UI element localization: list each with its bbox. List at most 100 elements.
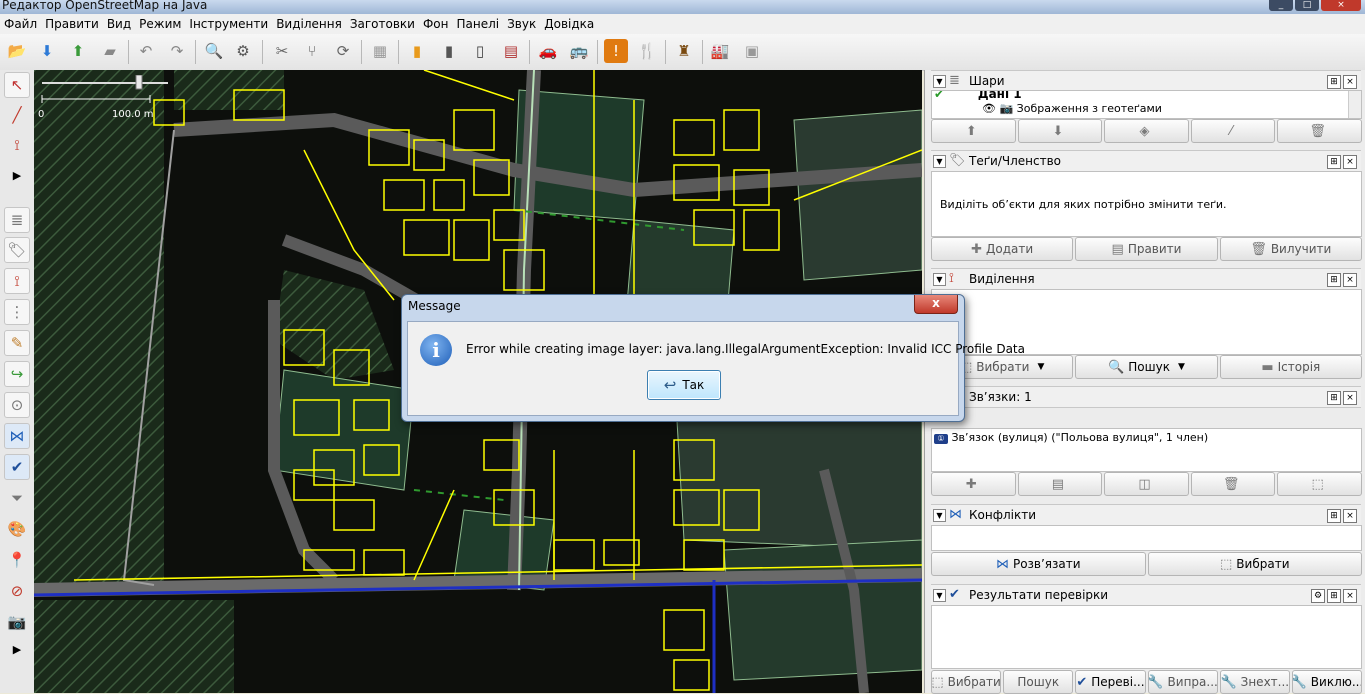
dropdown-arrow-icon[interactable]: ▼ (1037, 362, 1044, 372)
notes-icon[interactable]: 📍 (4, 547, 30, 573)
draw-tool-icon[interactable]: ╱ (4, 102, 30, 128)
commands-toggle-icon[interactable]: ↪ (4, 361, 30, 387)
ignore-button[interactable]: 🔧 Знехт... (1219, 670, 1290, 694)
bus-icon[interactable]: 🚌 (567, 39, 591, 63)
move-down-button[interactable]: ⬇ (1017, 119, 1103, 143)
collapse-icon[interactable]: ▼ (933, 75, 946, 88)
dialog-close-button[interactable]: x (914, 295, 958, 314)
search-button[interactable]: 🔍 Пошук ▼ (1075, 355, 1218, 379)
duplicate-relation-button[interactable]: ◫ (1104, 472, 1189, 496)
close-icon[interactable]: × (1343, 509, 1357, 523)
upload-icon[interactable]: ⬆ (66, 39, 90, 63)
ok-button[interactable]: ↩ Так (647, 370, 721, 400)
filter-icon[interactable]: ⏷ (4, 485, 30, 511)
delete-tag-button[interactable]: 🗑 Вилучити (1219, 237, 1362, 261)
delete-layer-button[interactable]: 🗑 (1277, 119, 1362, 143)
menu-audio[interactable]: Звук (503, 14, 540, 34)
detach-icon[interactable]: ⊞ (1327, 155, 1341, 169)
highway-icon[interactable]: ▮ (405, 39, 429, 63)
detach-icon[interactable]: ⊞ (1327, 391, 1341, 405)
edit-relation-button[interactable]: ▤ (1017, 472, 1103, 496)
merge-layer-button[interactable]: ◈ (1104, 119, 1189, 143)
zoom-tool-icon[interactable]: ⊙ (4, 392, 30, 418)
toggle-visible-button[interactable]: ⁄ (1190, 119, 1276, 143)
add-relation-button[interactable]: ✚ (931, 472, 1016, 496)
eye-icon[interactable]: 👁 (982, 102, 996, 115)
edit-tag-button[interactable]: ▤ Правити (1075, 237, 1218, 261)
menu-selection[interactable]: Виділення (272, 14, 346, 34)
collapse-icon[interactable]: ▼ (933, 509, 946, 522)
conflicts-list[interactable] (931, 525, 1362, 551)
delete-relation-button[interactable]: 🗑 (1190, 472, 1276, 496)
select-relation-button[interactable]: ⬚ (1277, 472, 1362, 496)
camera-icon[interactable]: 📷 (4, 609, 30, 635)
window-close-button[interactable]: × (1321, 0, 1361, 11)
warning-icon[interactable]: ! (604, 39, 628, 63)
open-icon[interactable]: 📂 (5, 39, 29, 63)
history-toggle-icon[interactable]: ✎ (4, 330, 30, 356)
close-icon[interactable]: × (1343, 589, 1357, 603)
menu-presets[interactable]: Заготовки (346, 14, 419, 34)
changeset-icon[interactable]: ⊘ (4, 578, 30, 604)
validation-list[interactable] (931, 605, 1362, 669)
exclude-button[interactable]: 🔧 Виклю... (1291, 670, 1363, 694)
maximize-button[interactable]: □ (1295, 0, 1319, 11)
zoom-icon[interactable]: 🔍 (202, 39, 226, 63)
download-icon[interactable]: ⬇ (35, 39, 59, 63)
menu-windows[interactable]: Панелі (453, 14, 504, 34)
collapse-icon[interactable]: ▼ (933, 273, 946, 286)
railway-icon[interactable]: ▯ (468, 39, 492, 63)
validation-toggle-icon[interactable]: ✔ (4, 454, 30, 480)
select-conflict-button[interactable]: ⬚ Вибрати (1147, 552, 1362, 576)
detach-icon[interactable]: ⊞ (1327, 273, 1341, 287)
expand-tools-icon[interactable]: ▶ (4, 162, 30, 188)
save-icon[interactable]: ▰ (98, 39, 122, 63)
layers-scrollbar[interactable] (1348, 91, 1361, 118)
detach-icon[interactable]: ⊞ (1327, 509, 1341, 523)
grid-icon[interactable]: ▦ (368, 39, 392, 63)
settings-icon[interactable]: ⚙ (1311, 589, 1325, 603)
close-icon[interactable]: × (1343, 75, 1357, 89)
detach-icon[interactable]: ⊞ (1327, 75, 1341, 89)
validation-select-button[interactable]: ⬚ Вибрати (931, 670, 1002, 694)
history-button[interactable]: ▬ Історія (1219, 355, 1362, 379)
wall-icon[interactable]: ▤ (499, 39, 523, 63)
menu-file[interactable]: Файл (0, 14, 41, 34)
select-tool-icon[interactable]: ↖ (4, 72, 30, 98)
relations-toggle-icon[interactable]: ⋮ (4, 299, 30, 325)
combine-icon[interactable]: ⑂ (300, 39, 324, 63)
street-icon[interactable]: ▮ (437, 39, 461, 63)
collapse-icon[interactable]: ▼ (933, 155, 946, 168)
menu-view[interactable]: Вид (103, 14, 135, 34)
collapse-icon[interactable]: ▼ (933, 589, 946, 602)
menu-tools[interactable]: Інструменти (185, 14, 272, 34)
validate-button[interactable]: ✔ Переві... (1075, 670, 1146, 694)
split-way-icon[interactable]: ✂ (270, 39, 294, 63)
detach-icon[interactable]: ⊞ (1327, 589, 1341, 603)
validation-search-button[interactable]: Пошук (1003, 670, 1074, 694)
fix-button[interactable]: 🔧 Випра... (1147, 670, 1218, 694)
refresh-icon[interactable]: ⟳ (331, 39, 355, 63)
undo-icon[interactable]: ↶ (134, 39, 158, 63)
expand-panels-icon[interactable]: ▶ (4, 636, 30, 662)
resolve-conflict-button[interactable]: ⋈ Розв’язати (931, 552, 1146, 576)
map-paint-icon[interactable]: 🎨 (4, 516, 30, 542)
dropdown-arrow-icon[interactable]: ▼ (1178, 362, 1185, 372)
building-icon[interactable]: ▣ (740, 39, 764, 63)
menu-edit[interactable]: Правити (41, 14, 103, 34)
layer-item[interactable]: ✔ Дані 1 (934, 91, 1022, 101)
move-up-button[interactable]: ⬆ (931, 119, 1016, 143)
close-icon[interactable]: × (1343, 391, 1357, 405)
menu-imagery[interactable]: Фон (419, 14, 453, 34)
car-icon[interactable]: 🚗 (536, 39, 560, 63)
layers-toggle-icon[interactable]: ≣ (4, 207, 30, 233)
conflict-toggle-icon[interactable]: ⋈ (4, 423, 30, 449)
food-icon[interactable]: 🍴 (635, 39, 659, 63)
redo-icon[interactable]: ↷ (165, 39, 189, 63)
preferences-icon[interactable]: ⚙ (231, 39, 255, 63)
menu-mode[interactable]: Режим (135, 14, 185, 34)
castle-icon[interactable]: ♜ (672, 39, 696, 63)
minimize-button[interactable]: _ (1269, 0, 1293, 11)
layer-item[interactable]: 👁 📷 Зображення з геотеґами (982, 102, 1162, 115)
selection-toggle-icon[interactable]: ⟟ (4, 268, 30, 294)
